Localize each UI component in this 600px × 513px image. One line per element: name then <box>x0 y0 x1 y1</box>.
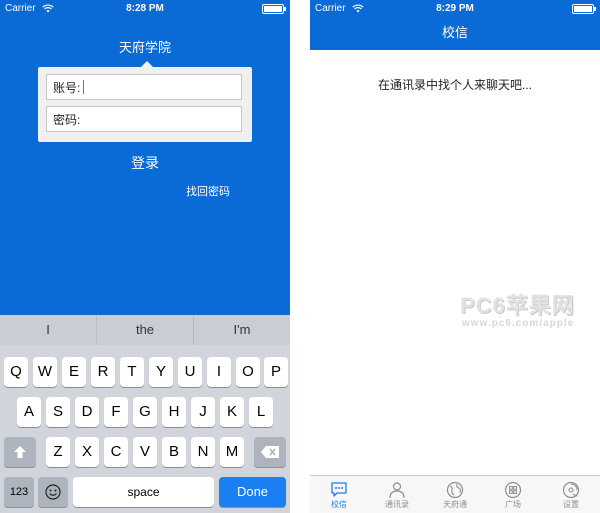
numbers-key[interactable]: 123 <box>4 477 34 507</box>
key-t[interactable]: T <box>120 357 144 387</box>
key-h[interactable]: H <box>162 397 186 427</box>
messages-screen: Carrier 8:29 PM 校信 在通讯录中找个人来聊天吧... PC6苹果… <box>310 0 600 513</box>
watermark-brand: PC6苹果网 <box>460 293 575 318</box>
tab-contacts[interactable]: 通讯录 <box>368 476 426 513</box>
tab-label: 广场 <box>505 500 521 509</box>
battery-icon <box>572 4 596 14</box>
password-label: 密码: <box>53 112 81 127</box>
key-c[interactable]: C <box>104 437 128 467</box>
key-i[interactable]: I <box>207 357 231 387</box>
backspace-icon <box>261 446 279 458</box>
watermark-url: www.pc6.com/apple <box>462 318 575 329</box>
key-f[interactable]: F <box>104 397 128 427</box>
shift-key[interactable] <box>4 437 36 467</box>
tab-label: 设置 <box>563 500 579 509</box>
key-n[interactable]: N <box>191 437 215 467</box>
tab-tianfutong[interactable]: 天府通 <box>426 476 484 513</box>
account-field[interactable]: 账号: <box>46 74 242 100</box>
suggestion-item[interactable]: the <box>97 315 194 345</box>
text-cursor <box>83 80 85 94</box>
account-label: 账号: <box>53 80 81 95</box>
page-title: 校信 <box>310 18 600 50</box>
suggestion-bar: I the I'm <box>0 315 290 345</box>
tab-bar: 校信 通讯录 天府通 广场 设置 <box>310 475 600 513</box>
chat-bubble-icon <box>331 482 347 497</box>
login-button[interactable]: 登录 <box>0 153 290 173</box>
divider <box>290 0 310 513</box>
emoji-key[interactable] <box>38 477 68 507</box>
status-time: 8:29 PM <box>436 3 474 14</box>
password-field[interactable]: 密码: <box>46 106 242 132</box>
status-bar: Carrier 8:28 PM <box>0 0 290 18</box>
keyboard: I the I'm Q W E R T Y U I O P A S D F G … <box>0 315 290 513</box>
globe-icon <box>446 481 464 499</box>
grid-icon <box>504 481 522 499</box>
forgot-password-link[interactable]: 找回密码 <box>186 183 230 199</box>
key-j[interactable]: J <box>191 397 215 427</box>
key-g[interactable]: G <box>133 397 157 427</box>
school-name: 天府学院 <box>118 40 171 55</box>
key-z[interactable]: Z <box>46 437 70 467</box>
key-p[interactable]: P <box>264 357 288 387</box>
key-m[interactable]: M <box>220 437 244 467</box>
key-u[interactable]: U <box>178 357 202 387</box>
suggestion-item[interactable]: I <box>0 315 97 345</box>
tab-settings[interactable]: 设置 <box>542 476 600 513</box>
status-bar: Carrier 8:29 PM <box>310 0 600 18</box>
key-y[interactable]: Y <box>149 357 173 387</box>
key-o[interactable]: O <box>236 357 260 387</box>
tab-square[interactable]: 广场 <box>484 476 542 513</box>
watermark: PC6苹果网 www.pc6.com/apple <box>460 288 600 336</box>
login-form: 账号: 密码: <box>38 61 252 142</box>
delete-key[interactable] <box>254 437 286 467</box>
emoji-icon <box>45 484 61 500</box>
disc-icon <box>562 481 580 499</box>
key-v[interactable]: V <box>133 437 157 467</box>
tab-label: 天府通 <box>443 500 467 509</box>
key-l[interactable]: L <box>249 397 273 427</box>
key-d[interactable]: D <box>75 397 99 427</box>
battery-icon <box>262 4 286 14</box>
key-a[interactable]: A <box>17 397 41 427</box>
login-screen: Carrier 8:28 PM 天府学院 账号: 密码: 登录 找回密码 I t… <box>0 0 290 513</box>
status-time: 8:28 PM <box>126 3 164 14</box>
key-r[interactable]: R <box>91 357 115 387</box>
person-icon <box>389 482 405 499</box>
empty-state-message: 在通讯录中找个人来聊天吧... <box>377 78 532 92</box>
done-key[interactable]: Done <box>219 477 286 507</box>
key-s[interactable]: S <box>46 397 70 427</box>
key-q[interactable]: Q <box>4 357 28 387</box>
tab-label: 通讯录 <box>385 500 409 509</box>
space-key[interactable]: space <box>73 477 214 507</box>
suggestion-item[interactable]: I'm <box>194 315 290 345</box>
key-w[interactable]: W <box>33 357 57 387</box>
shift-icon <box>14 446 26 458</box>
key-b[interactable]: B <box>162 437 186 467</box>
key-k[interactable]: K <box>220 397 244 427</box>
tab-label: 校信 <box>331 500 347 509</box>
key-e[interactable]: E <box>62 357 86 387</box>
tab-messages[interactable]: 校信 <box>310 476 368 513</box>
key-x[interactable]: X <box>75 437 99 467</box>
